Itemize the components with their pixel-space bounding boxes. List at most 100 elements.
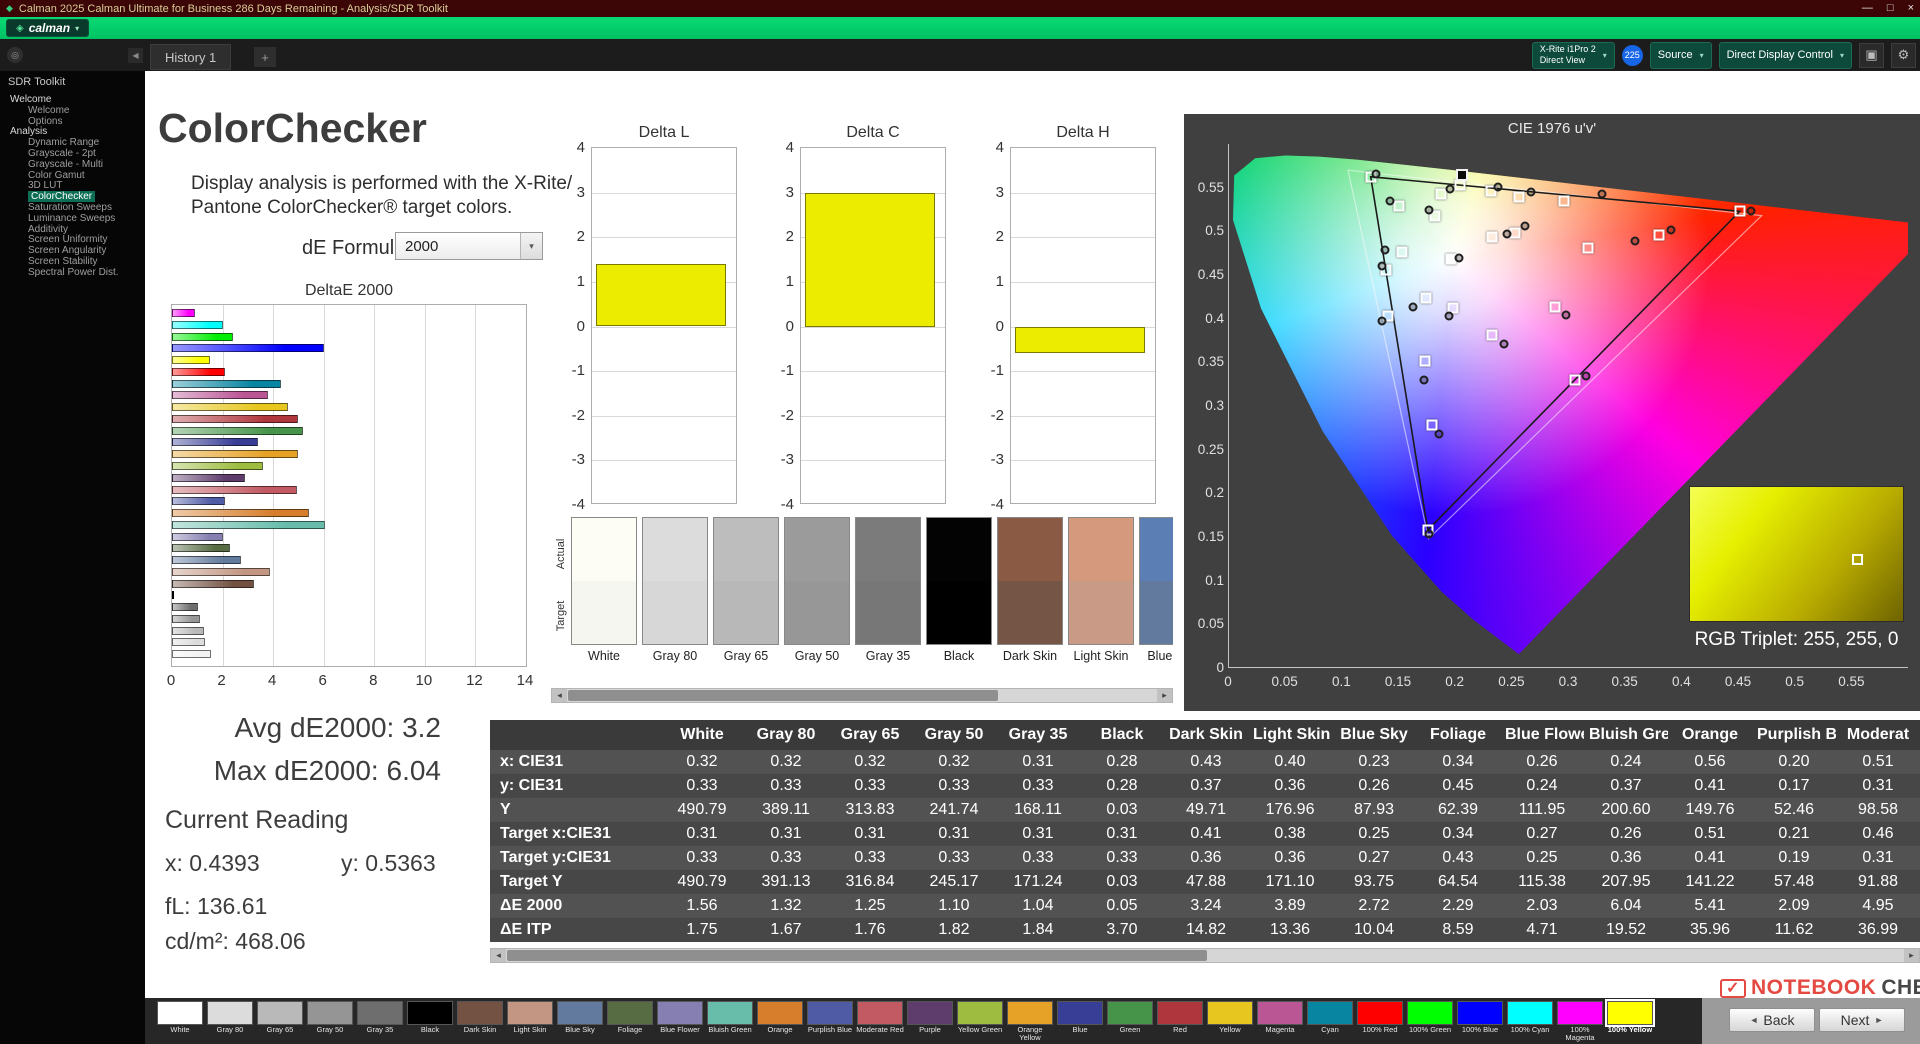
current-cdm2-value: cd/m²: 468.06 [165, 928, 306, 954]
patch-swatch-100-yellow[interactable]: 100% Yellow [1605, 998, 1655, 1044]
patch-swatch-gray-80[interactable]: Gray 80 [205, 998, 255, 1044]
sidebar-collapse-button[interactable]: ◀ [128, 48, 143, 63]
chevron-down-icon: ▾ [75, 23, 80, 33]
calman-menu-button[interactable]: ◈ calman ▾ [6, 19, 90, 37]
patch-swatch-purple[interactable]: Purple [905, 998, 955, 1044]
scroll-left-button[interactable]: ◂ [491, 949, 506, 962]
sidebar-item-welcome[interactable]: Welcome [0, 105, 145, 117]
patch-swatch-gray-65[interactable]: Gray 65 [255, 998, 305, 1044]
patch-label: 100% Blue [1461, 1026, 1499, 1034]
table-cell: 0.03 [1080, 798, 1164, 822]
gridline [1011, 371, 1155, 373]
patch-label: Foliage [617, 1026, 643, 1034]
measurement-marker [1444, 311, 1454, 321]
minimize-button[interactable]: — [1862, 0, 1873, 17]
patch-swatch-orange[interactable]: Orange [755, 998, 805, 1044]
gridline [424, 305, 426, 666]
sidebar-item-color-gamut[interactable]: Color Gamut [0, 170, 145, 182]
table-row-y: Y 490.79 389.11 313.83 241.74 168.11 0.03 49.71… [490, 798, 1920, 822]
next-button[interactable]: Next ► [1819, 1008, 1905, 1032]
swatch-scrollbar[interactable]: ◂ ▸ [551, 688, 1173, 703]
patch-color [957, 1001, 1003, 1025]
de-formula-select[interactable]: 2000 ▾ [395, 232, 543, 260]
sidebar-item-spectral-power-dist[interactable]: Spectral Power Dist. [0, 266, 145, 279]
patch-swatch-blue-sky[interactable]: Blue Sky [555, 998, 605, 1044]
deltae-bar-dark-skin [172, 579, 254, 588]
axis-tick-label: 4 [995, 139, 1004, 156]
sidebar-item-luminance-sweeps[interactable]: Luminance Sweeps [0, 213, 145, 225]
source-dropdown[interactable]: Source ▾ [1649, 41, 1712, 69]
patch-swatch-100-green[interactable]: 100% Green [1405, 998, 1455, 1044]
table-cell: 0.32 [912, 750, 996, 774]
target-marker [1420, 292, 1432, 304]
notebookcheck-watermark: ✓ NOTEBOOKCHECK [1720, 976, 1920, 1000]
close-button[interactable]: × [1908, 0, 1914, 17]
patch-swatch-light-skin[interactable]: Light Skin [505, 998, 555, 1044]
scroll-left-button[interactable]: ◂ [552, 689, 567, 702]
patch-swatch-red[interactable]: Red [1155, 998, 1205, 1044]
sidebar-item-label: Screen Uniformity [28, 234, 108, 246]
patch-swatch-purplish-blue[interactable]: Purplish Blue [805, 998, 855, 1044]
patch-swatch-foliage[interactable]: Foliage [605, 998, 655, 1044]
sidebar-item-welcome[interactable]: Welcome [0, 94, 145, 106]
maximize-button[interactable]: □ [1887, 0, 1894, 17]
table-cell: 3.89 [1248, 894, 1332, 918]
patch-swatch-yellow-green[interactable]: Yellow Green [955, 998, 1005, 1044]
patch-swatch-100-magenta[interactable]: 100% Magenta [1555, 998, 1605, 1044]
table-cell: 115.38 [1500, 870, 1584, 894]
sidebar-item-label: Analysis [10, 126, 48, 138]
patch-color [1407, 1001, 1453, 1025]
patch-swatch-100-blue[interactable]: 100% Blue [1455, 998, 1505, 1044]
page-title: ColorChecker [158, 105, 427, 151]
patch-swatch-green[interactable]: Green [1105, 998, 1155, 1044]
patch-swatch-yellow[interactable]: Yellow [1205, 998, 1255, 1044]
patch-swatch-cyan[interactable]: Cyan [1305, 998, 1355, 1044]
patch-swatch-dark-skin[interactable]: Dark Skin [455, 998, 505, 1044]
axis-tick-label: 0 [1224, 674, 1232, 689]
table-cell: 1.82 [912, 918, 996, 942]
back-button[interactable]: ◄ Back [1729, 1008, 1815, 1032]
display-control-dropdown[interactable]: Direct Display Control ▾ [1718, 41, 1852, 69]
column-header-foliage: Foliage [1416, 720, 1500, 750]
patch-swatch-gray-35[interactable]: Gray 35 [355, 998, 405, 1044]
workspace-button[interactable]: ◎ [7, 47, 23, 63]
settings-gear-button[interactable]: ⚙ [1891, 42, 1916, 68]
target-color [714, 581, 778, 644]
tab-history-1[interactable]: History 1 [150, 44, 232, 70]
table-row-x-cie31: x: CIE31 0.32 0.32 0.32 0.32 0.31 0.28 0.43 0.40… [490, 750, 1920, 774]
patch-swatch-blue[interactable]: Blue [1055, 998, 1105, 1044]
scroll-right-button[interactable]: ▸ [1157, 689, 1172, 702]
table-scrollbar[interactable]: ◂ ▸ [490, 948, 1920, 963]
patch-swatch-black[interactable]: Black [405, 998, 455, 1044]
add-tab-button[interactable]: + [254, 47, 276, 67]
patch-swatch-gray-50[interactable]: Gray 50 [305, 998, 355, 1044]
patch-swatch-moderate-red[interactable]: Moderate Red [855, 998, 905, 1044]
sidebar-item-label: Spectral Power Dist. [28, 266, 119, 278]
axis-tick-label: 12 [466, 672, 483, 689]
patch-swatch-100-red[interactable]: 100% Red [1355, 998, 1405, 1044]
meter-dropdown[interactable]: X-Rite i1Pro 2 Direct View ▾ [1531, 41, 1615, 69]
scrollbar-thumb[interactable] [568, 690, 998, 701]
patch-swatch-bluish-green[interactable]: Bluish Green [705, 998, 755, 1044]
patch-swatch-100-cyan[interactable]: 100% Cyan [1505, 998, 1555, 1044]
deltae-bar-green [172, 426, 304, 435]
display-icon-button[interactable]: ▣ [1859, 42, 1884, 68]
patch-color [1157, 1001, 1203, 1025]
table-header-row: White Gray 80 Gray 65 Gray 50 Gray 35 Black Da… [490, 720, 1920, 750]
gridline [1011, 460, 1155, 462]
patch-swatch-orange-yellow[interactable]: Orange Yellow [1005, 998, 1055, 1044]
axis-tick-label: 0.25 [1197, 441, 1224, 457]
table-cell: 10.04 [1332, 918, 1416, 942]
patch-swatch-blue-flower[interactable]: Blue Flower [655, 998, 705, 1044]
scroll-right-button[interactable]: ▸ [1904, 949, 1919, 962]
deltae-axis-ticks: 0 2 4 6 8 10 12 14 [167, 672, 534, 690]
compare-swatch-gray-50: Gray 50 [784, 517, 850, 681]
patch-label: Yellow [1219, 1026, 1241, 1034]
axis-tick-label: 0.1 [1205, 572, 1224, 588]
row-label: x: CIE31 [490, 750, 660, 774]
table-cell: 0.32 [660, 750, 744, 774]
patch-swatch-magenta[interactable]: Magenta [1255, 998, 1305, 1044]
scrollbar-thumb[interactable] [507, 950, 1207, 961]
patch-swatch-white[interactable]: White [155, 998, 205, 1044]
display-control-label: Direct Display Control [1726, 49, 1833, 61]
